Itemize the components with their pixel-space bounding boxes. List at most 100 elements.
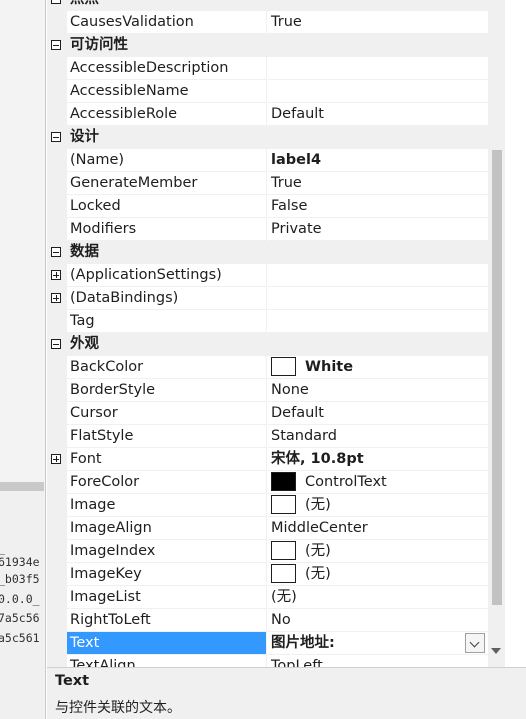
property-name: CausesValidation: [67, 11, 267, 34]
property-name: BorderStyle: [67, 379, 267, 402]
collapse-icon[interactable]: [51, 339, 61, 349]
hex-line: 7a5c56: [0, 611, 40, 625]
image-preview: [271, 494, 296, 514]
property-row-tag[interactable]: Tag: [47, 310, 488, 333]
expand-icon[interactable]: [51, 293, 61, 303]
property-value[interactable]: White: [268, 356, 488, 379]
category-behavior[interactable]: 点点: [47, 0, 488, 11]
property-name: (ApplicationSettings): [67, 264, 267, 287]
property-name: Tag: [67, 310, 267, 333]
property-value[interactable]: None: [268, 379, 488, 402]
property-value[interactable]: Private: [268, 218, 488, 241]
property-value[interactable]: (无): [268, 563, 488, 586]
property-value[interactable]: Default: [268, 103, 488, 126]
grid-scrollbar[interactable]: [488, 0, 505, 667]
expand-icon[interactable]: [51, 454, 61, 464]
property-name: Image: [67, 494, 267, 517]
property-row-fore-color[interactable]: ForeColor ControlText: [47, 471, 488, 494]
property-row-back-color[interactable]: BackColor White: [47, 356, 488, 379]
property-value[interactable]: 宋体, 10.8pt: [268, 448, 488, 471]
property-value[interactable]: (无): [268, 494, 488, 517]
property-value[interactable]: True: [268, 172, 488, 195]
left-panel-scrollbar[interactable]: [0, 482, 44, 491]
property-value[interactable]: label4: [268, 149, 488, 172]
chevron-down-icon[interactable]: [465, 633, 485, 653]
expand-icon[interactable]: [51, 270, 61, 280]
category-label: 设计: [70, 129, 99, 145]
collapse-icon[interactable]: [51, 132, 61, 142]
collapse-icon[interactable]: [51, 0, 61, 4]
description-title: Text: [55, 673, 90, 689]
property-name: RightToLeft: [67, 609, 267, 632]
property-row-data-bindings[interactable]: (DataBindings): [47, 287, 488, 310]
category-label: 可访问性: [70, 37, 128, 53]
property-row-text[interactable]: Text 图片地址:: [47, 632, 488, 655]
category-accessibility[interactable]: 可访问性: [47, 34, 488, 57]
property-value[interactable]: True: [268, 11, 488, 34]
property-value[interactable]: [268, 264, 488, 287]
color-swatch: [271, 356, 296, 376]
property-row-image-align[interactable]: ImageAlign MiddleCenter: [47, 517, 488, 540]
property-row-right-to-left[interactable]: RightToLeft No: [47, 609, 488, 632]
property-value[interactable]: (无): [268, 586, 488, 609]
property-row-image-list[interactable]: ImageList (无): [47, 586, 488, 609]
left-panel-text-area: _ 61934e _b03f5 0.0.0_ 7a5c56 a5c561: [0, 491, 44, 719]
property-value[interactable]: [268, 57, 488, 80]
text-value[interactable]: 图片地址:: [271, 635, 335, 651]
property-name: ImageKey: [67, 563, 267, 586]
property-row-causes-validation[interactable]: CausesValidation True: [47, 11, 488, 34]
property-name: Cursor: [67, 402, 267, 425]
property-row-text-align[interactable]: TextAlign TopLeft: [47, 655, 488, 667]
property-name: (DataBindings): [67, 287, 267, 310]
color-name: ControlText: [305, 474, 387, 490]
collapse-icon[interactable]: [51, 247, 61, 257]
hex-line: a5c561: [0, 631, 40, 645]
right-edge: [505, 0, 526, 667]
property-row-image-index[interactable]: ImageIndex (无): [47, 540, 488, 563]
property-row-locked[interactable]: Locked False: [47, 195, 488, 218]
property-name: BackColor: [67, 356, 267, 379]
hex-line: 61934e: [0, 555, 40, 569]
image-preview: [271, 563, 296, 583]
property-value-editor[interactable]: 图片地址:: [268, 632, 488, 655]
property-value[interactable]: [268, 80, 488, 103]
property-name: ImageAlign: [67, 517, 267, 540]
property-value[interactable]: [268, 287, 488, 310]
property-value[interactable]: Standard: [268, 425, 488, 448]
color-name: White: [305, 359, 354, 375]
left-panel: _ 61934e _b03f5 0.0.0_ 7a5c56 a5c561: [0, 0, 46, 719]
property-row-image-key[interactable]: ImageKey (无): [47, 563, 488, 586]
property-row-accessible-description[interactable]: AccessibleDescription: [47, 57, 488, 80]
property-value[interactable]: Default: [268, 402, 488, 425]
collapse-icon[interactable]: [51, 40, 61, 50]
category-design[interactable]: 设计: [47, 126, 488, 149]
property-name: Text: [67, 632, 267, 655]
category-label: 数据: [70, 244, 99, 260]
property-value[interactable]: TopLeft: [268, 655, 488, 667]
category-appearance[interactable]: 外观: [47, 333, 488, 356]
property-row-accessible-name[interactable]: AccessibleName: [47, 80, 488, 103]
property-value[interactable]: [268, 310, 488, 333]
property-value[interactable]: (无): [268, 540, 488, 563]
property-row-font[interactable]: Font 宋体, 10.8pt: [47, 448, 488, 471]
property-value[interactable]: False: [268, 195, 488, 218]
scroll-thumb[interactable]: [492, 150, 502, 605]
property-row-accessible-role[interactable]: AccessibleRole Default: [47, 103, 488, 126]
property-value[interactable]: MiddleCenter: [268, 517, 488, 540]
scroll-down-icon[interactable]: [491, 648, 501, 654]
category-data[interactable]: 数据: [47, 241, 488, 264]
property-row-modifiers[interactable]: Modifiers Private: [47, 218, 488, 241]
image-key-value: (无): [305, 566, 331, 582]
property-row-generate-member[interactable]: GenerateMember True: [47, 172, 488, 195]
property-value[interactable]: ControlText: [268, 471, 488, 494]
property-name: FlatStyle: [67, 425, 267, 448]
property-name: ForeColor: [67, 471, 267, 494]
property-row-application-settings[interactable]: (ApplicationSettings): [47, 264, 488, 287]
property-row-name[interactable]: (Name) label4: [47, 149, 488, 172]
property-row-border-style[interactable]: BorderStyle None: [47, 379, 488, 402]
property-name: Modifiers: [67, 218, 267, 241]
property-value[interactable]: No: [268, 609, 488, 632]
property-row-image[interactable]: Image (无): [47, 494, 488, 517]
property-row-flat-style[interactable]: FlatStyle Standard: [47, 425, 488, 448]
property-row-cursor[interactable]: Cursor Default: [47, 402, 488, 425]
